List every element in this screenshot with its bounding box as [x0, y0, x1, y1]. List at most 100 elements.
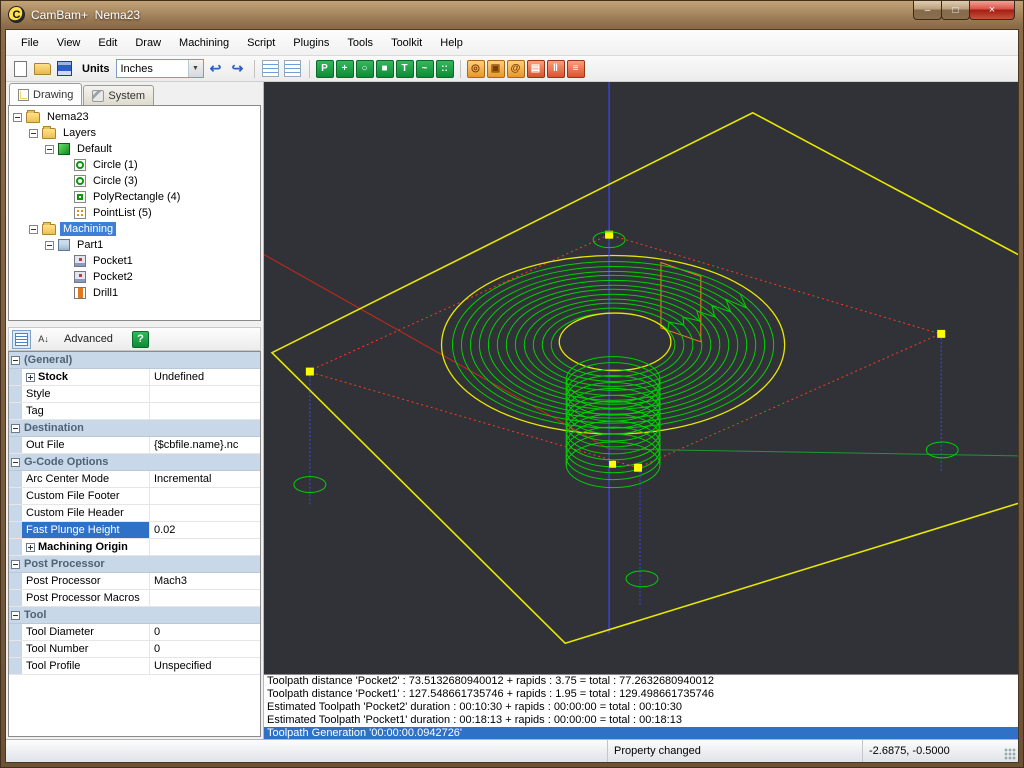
property-row-custom-file-header[interactable]: Custom File Header	[9, 505, 260, 522]
tree-label[interactable]: Pocket2	[90, 270, 136, 284]
property-row-arc-center-mode[interactable]: Arc Center Mode Incremental	[9, 471, 260, 488]
category-destination[interactable]: Destination	[9, 420, 260, 437]
category-gcode-options[interactable]: G-Code Options	[9, 454, 260, 471]
tree-label[interactable]: Nema23	[44, 110, 92, 124]
lathe-op-icon[interactable]: ≡	[567, 60, 585, 78]
property-row-machining-origin[interactable]: Machining Origin	[9, 539, 260, 556]
resize-grip[interactable]	[1004, 748, 1016, 760]
part-op-icon[interactable]: ▤	[527, 60, 545, 78]
tree-item-polyrectangle[interactable]: PolyRectangle (4)	[9, 189, 260, 205]
collapse-icon[interactable]	[29, 225, 38, 234]
log-line-selected[interactable]: Toolpath Generation '00:00:00.0942726'	[264, 727, 1018, 739]
viewport-3d[interactable]	[264, 82, 1018, 674]
polyline-icon[interactable]: P	[316, 60, 334, 78]
open-file-icon[interactable]	[32, 59, 52, 79]
expand-icon[interactable]	[26, 543, 35, 552]
tree-item-pocket1[interactable]: Pocket1	[9, 253, 260, 269]
property-row-tool-diameter[interactable]: Tool Diameter 0	[9, 624, 260, 641]
property-row-stock[interactable]: Stock Undefined	[9, 369, 260, 386]
menu-file[interactable]: File	[12, 33, 48, 53]
new-file-icon[interactable]	[10, 59, 30, 79]
property-row-fast-plunge-height[interactable]: Fast Plunge Height 0.02	[9, 522, 260, 539]
property-row-style[interactable]: Style	[9, 386, 260, 403]
tree-label[interactable]: PolyRectangle (4)	[90, 190, 183, 204]
circle-icon[interactable]: ○	[356, 60, 374, 78]
tree-label[interactable]: Drill1	[90, 286, 121, 300]
tree-item-circle-1[interactable]: Circle (1)	[9, 157, 260, 173]
redo-icon[interactable]: ↪	[228, 59, 248, 79]
tree-item-nema23[interactable]: Nema23	[9, 109, 260, 125]
menu-edit[interactable]: Edit	[89, 33, 126, 53]
tree-item-circle-3[interactable]: Circle (3)	[9, 173, 260, 189]
maximize-button[interactable]: □	[941, 1, 970, 20]
category-general[interactable]: (General)	[9, 352, 260, 369]
tree-item-layers[interactable]: Layers	[9, 125, 260, 141]
menu-script[interactable]: Script	[238, 33, 284, 53]
tree-label[interactable]: Part1	[74, 238, 106, 252]
menu-draw[interactable]: Draw	[126, 33, 170, 53]
tree-item-pocket2[interactable]: Pocket2	[9, 269, 260, 285]
grid-toggle-icon[interactable]	[261, 59, 281, 79]
property-row-tool-number[interactable]: Tool Number 0	[9, 641, 260, 658]
property-row-post-processor-macros[interactable]: Post Processor Macros	[9, 590, 260, 607]
tree-label[interactable]: Circle (3)	[90, 174, 141, 188]
tree-item-part1[interactable]: Part1	[9, 237, 260, 253]
text-icon[interactable]: T	[396, 60, 414, 78]
snap-grid-icon[interactable]	[283, 59, 303, 79]
collapse-icon[interactable]	[11, 560, 20, 569]
property-row-custom-file-footer[interactable]: Custom File Footer	[9, 488, 260, 505]
category-post-processor[interactable]: Post Processor	[9, 556, 260, 573]
tree-label[interactable]: Pocket1	[90, 254, 136, 268]
menu-view[interactable]: View	[48, 33, 90, 53]
pocket-op-icon[interactable]: ◎	[467, 60, 485, 78]
collapse-icon[interactable]	[11, 424, 20, 433]
save-file-icon[interactable]	[54, 59, 74, 79]
collapse-icon[interactable]	[29, 129, 38, 138]
menu-machining[interactable]: Machining	[170, 33, 238, 53]
tree-item-drill1[interactable]: Drill1	[9, 285, 260, 301]
tree-item-machining[interactable]: Machining	[9, 221, 260, 237]
menu-help[interactable]: Help	[431, 33, 472, 53]
surface-icon[interactable]: ::	[436, 60, 454, 78]
tab-system[interactable]: System	[83, 85, 154, 105]
title-bar[interactable]: C CamBam+ Nema23 – □ ×	[1, 1, 1023, 29]
tab-drawing[interactable]: Drawing	[9, 83, 82, 105]
collapse-icon[interactable]	[13, 113, 22, 122]
tree-label[interactable]: Layers	[60, 126, 99, 140]
point-icon[interactable]: +	[336, 60, 354, 78]
sort-az-icon[interactable]: A↓	[34, 330, 53, 349]
property-row-outfile[interactable]: Out File {$cbfile.name}.nc	[9, 437, 260, 454]
rectangle-icon[interactable]: ■	[376, 60, 394, 78]
minimize-button[interactable]: –	[913, 1, 942, 20]
message-log[interactable]: Toolpath distance 'Pocket2' : 73.5132680…	[264, 674, 1018, 739]
tree-label[interactable]: Default	[74, 142, 115, 156]
tree-item-pointlist[interactable]: PointList (5)	[9, 205, 260, 221]
tree-label-selected[interactable]: Machining	[60, 222, 116, 236]
help-button[interactable]: ?	[132, 331, 149, 348]
close-button[interactable]: ×	[969, 1, 1015, 20]
expand-icon[interactable]	[26, 373, 35, 382]
collapse-icon[interactable]	[45, 145, 54, 154]
profile-op-icon[interactable]: ▣	[487, 60, 505, 78]
property-row-tag[interactable]: Tag	[9, 403, 260, 420]
tree-item-default-layer[interactable]: Default	[9, 141, 260, 157]
collapse-icon[interactable]	[11, 611, 20, 620]
collapse-icon[interactable]	[45, 241, 54, 250]
collapse-icon[interactable]	[11, 356, 20, 365]
menu-toolkit[interactable]: Toolkit	[382, 33, 431, 53]
undo-icon[interactable]: ↩	[206, 59, 226, 79]
units-dropdown[interactable]: Inches ▼	[116, 59, 204, 78]
property-row-tool-profile[interactable]: Tool Profile Unspecified	[9, 658, 260, 675]
chevron-down-icon[interactable]: ▼	[188, 60, 203, 77]
categorized-view-icon[interactable]	[12, 330, 31, 349]
tree-label[interactable]: PointList (5)	[90, 206, 155, 220]
engrave-op-icon[interactable]: @	[507, 60, 525, 78]
drill-op-icon[interactable]: ‖	[547, 60, 565, 78]
spline-icon[interactable]: ~	[416, 60, 434, 78]
tree-label[interactable]: Circle (1)	[90, 158, 141, 172]
menu-tools[interactable]: Tools	[338, 33, 382, 53]
menu-plugins[interactable]: Plugins	[284, 33, 338, 53]
category-tool[interactable]: Tool	[9, 607, 260, 624]
collapse-icon[interactable]	[11, 458, 20, 467]
advanced-button[interactable]: Advanced	[56, 331, 121, 347]
